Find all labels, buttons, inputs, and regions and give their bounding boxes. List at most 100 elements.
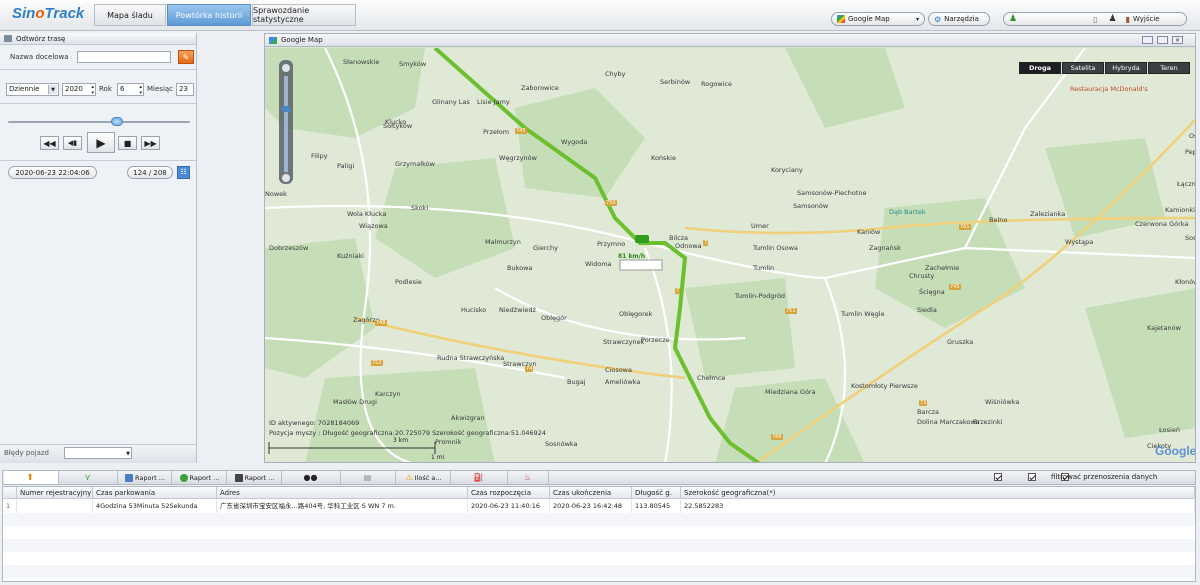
year-stepper[interactable]: 2020 ▴ ▾ [62, 83, 96, 96]
period-select[interactable]: Dziennie ▼ [6, 83, 59, 96]
column-header[interactable]: Długość g. [632, 487, 681, 499]
playback-panel: Odtwórz trasę Nazwa docelowa ✎ Dziennie ▼… [0, 33, 197, 463]
map-place-label: Skoki [411, 204, 429, 212]
map-place-label: Miedziana Góra [765, 388, 816, 396]
mouse-position-text: Pozycja myszy : Długość geograficzna:20.… [269, 429, 547, 437]
tab-alarm-count[interactable]: ⚠ Ilość a... [397, 471, 451, 484]
column-header[interactable]: Czas parkowania [93, 487, 217, 499]
map-type-satellite[interactable]: Satelita [1062, 62, 1104, 74]
play-button[interactable]: ▶ [87, 132, 115, 153]
tab-report-1[interactable]: Raport ... [119, 471, 172, 484]
column-header[interactable]: Szerokość geograficzna(*) [681, 487, 1195, 499]
tab-document[interactable]: ▤ [342, 471, 396, 484]
account-icon[interactable]: ♟ [1108, 14, 1116, 24]
map-place-label: Kajetanów [1147, 324, 1181, 332]
chevron-down-icon: ▼ [126, 451, 130, 457]
close-icon[interactable]: × [1172, 36, 1183, 44]
map-place-label: Zagnańsk [869, 244, 901, 252]
maximize-icon[interactable] [1157, 36, 1168, 44]
map-place-label: Czerwona Górka [1135, 220, 1189, 228]
map-type-road[interactable]: Droga [1019, 62, 1061, 74]
map-place-label: Dolina Marczakowa [917, 418, 980, 426]
map-place-label: Sołtyków [383, 122, 413, 130]
table-row[interactable]: 1 4Godzina 53Minuta 52Sekunda 广东省深圳市宝安区福… [3, 500, 1195, 513]
column-header[interactable]: Numer rejestracyjny [17, 487, 93, 499]
minimize-icon[interactable] [1142, 36, 1153, 44]
map-place-label: Wola Kłucka [347, 210, 387, 218]
map-canvas[interactable] [265, 48, 1196, 463]
tab-statistics-report[interactable]: Sprawozdanie statystyczne [252, 4, 356, 26]
empty-row [3, 539, 1195, 552]
zoom-slider-handle[interactable] [282, 106, 290, 112]
column-header[interactable]: Adres [217, 487, 468, 499]
map-place-label: Belno [989, 216, 1008, 224]
tab-history-playback[interactable]: Powtórka historii [167, 4, 251, 26]
zoom-control[interactable] [279, 60, 293, 184]
day-stepper[interactable]: 23 [176, 83, 194, 96]
playback-slider-track[interactable] [8, 121, 190, 123]
map-place-label: Tumlin Osowa [753, 244, 799, 252]
map-place-label: Ameliówka [605, 378, 641, 386]
map-place-label: Chyby [605, 70, 626, 78]
map-panel: Google Map × Droga Satelita Hybryda Tere… [264, 33, 1196, 463]
map-place-label: Nowek [265, 190, 287, 198]
speed-label: 81 km/h [618, 253, 646, 260]
map-place-label: Hucisko [461, 306, 487, 314]
road-number-sign: 766 [771, 434, 783, 440]
fast-backward-button[interactable]: ◀◀ [40, 136, 59, 150]
document-icon: ▤ [363, 473, 372, 482]
tab-report-2[interactable]: Raport ... [173, 471, 227, 484]
active-id-text: ID aktywnego: 7028184069 [269, 419, 360, 427]
map-place-label: Zaborowice [521, 84, 559, 92]
map-place-label: Odnowa [675, 242, 702, 250]
google-logo: Google [1155, 444, 1196, 458]
vehicle-popup [619, 259, 663, 271]
map-place-label: Sośnica [1185, 234, 1196, 242]
option-checkbox-2[interactable] [1027, 473, 1036, 481]
report-icon [179, 473, 188, 482]
map-place-label: Gierchy [533, 244, 558, 252]
cell-longitude: 113.80545 [632, 500, 681, 513]
tab-stops[interactable]: ●● [283, 471, 341, 484]
month-stepper[interactable]: 6 ▴ ▾ [117, 83, 144, 96]
tab-report-3[interactable]: Raport ... [228, 471, 282, 484]
scale-bottom-label: 1 mi [431, 454, 445, 461]
map-place-label: Barcza [917, 408, 939, 416]
map-place-label: Smyków [399, 60, 427, 68]
map-type-hybrid[interactable]: Hybryda [1105, 62, 1147, 74]
user-icon: ♟ [1009, 14, 1018, 24]
stop-icon: ■ [123, 138, 132, 148]
road-number-sign: 74 [525, 366, 534, 372]
settings-icon[interactable]: ☷ [177, 166, 190, 179]
tab-fuel[interactable]: ⛽ [452, 471, 508, 484]
phone-icon[interactable]: ▯ [1093, 15, 1097, 24]
playback-slider-handle[interactable] [111, 117, 123, 126]
map-place-label: Chełmce [697, 374, 726, 382]
tab-overspeed[interactable]: ⋎ [60, 471, 118, 484]
tab-track-map[interactable]: Mapa śladu [94, 4, 166, 26]
map-place-label: Bilcza [669, 234, 689, 242]
tab-parking[interactable]: ⬆ [4, 471, 59, 484]
step-backward-button[interactable]: ◀▮ [63, 136, 82, 150]
map-select[interactable]: Google Map ▾ [831, 12, 925, 26]
column-header[interactable]: Czas ukończenia [550, 487, 632, 499]
step-backward-icon: ◀▮ [67, 139, 78, 147]
vehicle-marker[interactable] [635, 235, 649, 243]
option-checkbox-1[interactable] [994, 473, 1002, 481]
target-name-input[interactable] [77, 51, 171, 63]
fast-forward-button[interactable]: ▶▶ [141, 136, 160, 150]
map-place-label: Wiązowa [359, 222, 388, 230]
map-place-label: Rogowice [701, 80, 732, 88]
map-place-label: Brzezinki [973, 418, 1003, 426]
stepper-icon: ▴ ▾ [139, 84, 142, 96]
edit-target-button[interactable]: ✎ [178, 50, 194, 64]
cell-latitude: 22.5852283 [681, 500, 1195, 513]
logout-button[interactable]: Wyjście [1133, 15, 1160, 23]
tools-button[interactable]: ⚙ Narzędzia [928, 12, 990, 26]
fuel-icon: ⛽ [473, 473, 484, 482]
column-header[interactable]: Czas rozpoczęcia [468, 487, 550, 499]
map-type-terrain[interactable]: Teren [1148, 62, 1190, 74]
stop-button[interactable]: ■ [118, 136, 137, 150]
vehicle-select[interactable]: ▼ [64, 447, 132, 459]
tab-temperature[interactable]: ♨ [509, 471, 549, 484]
